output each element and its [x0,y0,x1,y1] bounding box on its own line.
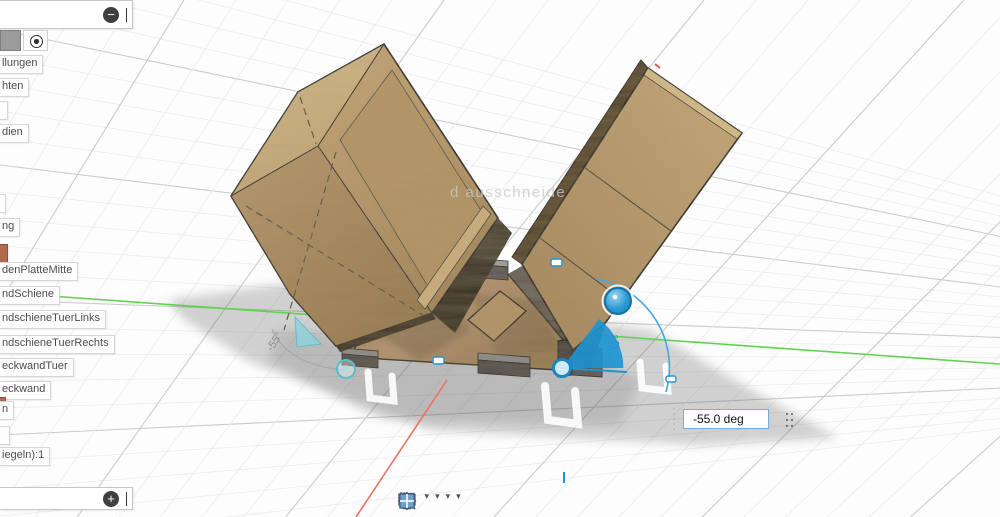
browser-item-n[interactable]: n [0,401,14,420]
viewports-icon [396,490,418,512]
bottom-collapsed-panel: + [0,487,133,510]
browser-item-sliver[interactable] [0,244,8,263]
kebab-options-icon[interactable] [786,413,796,431]
panel-grip [126,492,128,506]
browser-item-hten[interactable]: hten [0,78,29,97]
bracket-middle[interactable] [478,353,530,377]
browser-item-dien[interactable]: dien [0,124,29,143]
radio-icon [30,35,43,48]
browser-item-sliver[interactable] [0,101,8,120]
grid-and-snaps-button[interactable]: ▾ [443,490,453,503]
dropdown-caret-icon[interactable]: ▾ [435,491,440,502]
display-settings-button[interactable]: ▾ [432,490,442,503]
fusion-canvas: -55° -55° d ausschneide − + llungen hten d… [0,0,1000,517]
browser-item-iegeln):1[interactable]: iegeln):1 [0,447,50,466]
ghost-label-text: d ausschneide [450,184,566,201]
navigation-toolbar: ▾ ± ▾ ▾ [396,490,463,503]
rotation-center-handle[interactable] [554,360,571,377]
point-handle-floor[interactable] [433,357,444,364]
point-handle-ground[interactable] [666,376,676,382]
top-collapsed-panel: − [0,0,133,29]
text-cursor-mark [563,472,565,483]
browser-item-eckwand[interactable]: eckwand [0,381,51,400]
viewports-button[interactable]: ▾ [453,490,463,503]
dropdown-caret-icon[interactable]: ▾ [446,491,451,502]
point-handle-door[interactable] [551,259,562,266]
browser-item-ndschieneTuerRechts[interactable]: ndschieneTuerRechts [0,335,115,354]
browser-item-sliver[interactable] [0,194,6,213]
component-thumbnail [0,30,21,51]
activate-component-radio[interactable] [23,30,48,51]
drag-dots [672,408,676,434]
browser-item-ndSchiene[interactable]: ndSchiene [0,286,60,305]
viewport-canvas[interactable]: -55° -55° d ausschneide [0,0,1000,517]
collapse-minus-button[interactable]: − [103,7,119,23]
zoom-window-button[interactable]: ▾ [422,490,432,503]
dropdown-caret-icon[interactable]: ▾ [456,491,461,502]
browser-item-sliver[interactable] [0,426,10,445]
browser-item-denPlatteMitte[interactable]: denPlatteMitte [0,262,78,281]
browser-item-ng[interactable]: ng [0,218,20,237]
rotate-ball-handle[interactable] [603,286,634,317]
browser-item-llungen[interactable]: llungen [0,55,43,74]
panel-grip [126,8,128,22]
dropdown-caret-icon[interactable]: ▾ [425,491,430,502]
browser-item-eckwandTuer[interactable]: eckwandTuer [0,358,74,377]
browser-item-ndschieneTuerLinks[interactable]: ndschieneTuerLinks [0,310,106,329]
rotation-angle-input[interactable] [683,409,769,429]
expand-plus-button[interactable]: + [103,491,119,507]
